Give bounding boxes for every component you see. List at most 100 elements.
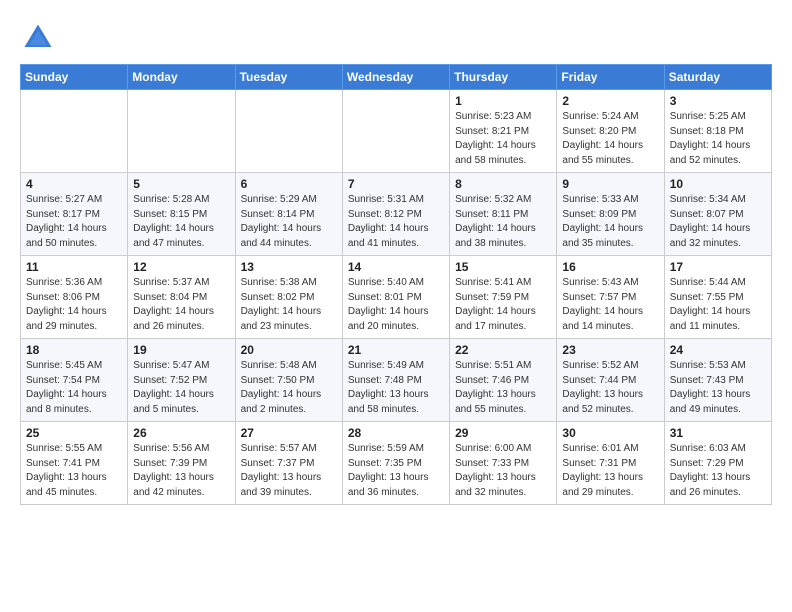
day-number: 11: [26, 260, 122, 274]
calendar-cell: 4 Sunrise: 5:27 AM Sunset: 8:17 PM Daylig…: [21, 173, 128, 256]
day-of-week-saturday: Saturday: [664, 65, 771, 90]
calendar-cell: 29 Sunrise: 6:00 AM Sunset: 7:33 PM Dayli…: [450, 422, 557, 505]
calendar-cell: 3 Sunrise: 5:25 AM Sunset: 8:18 PM Daylig…: [664, 90, 771, 173]
day-info: Sunrise: 5:34 AM Sunset: 8:07 PM Dayligh…: [670, 194, 751, 249]
day-info: Sunrise: 5:36 AM Sunset: 8:06 PM Dayligh…: [26, 277, 107, 332]
calendar: SundayMondayTuesdayWednesdayThursdayFrid…: [20, 64, 772, 505]
week-row-2: 4 Sunrise: 5:27 AM Sunset: 8:17 PM Daylig…: [21, 173, 772, 256]
day-number: 4: [26, 177, 122, 191]
calendar-cell: 21 Sunrise: 5:49 AM Sunset: 7:48 PM Dayli…: [342, 339, 449, 422]
day-number: 15: [455, 260, 551, 274]
day-info: Sunrise: 5:25 AM Sunset: 8:18 PM Dayligh…: [670, 111, 751, 166]
day-info: Sunrise: 5:59 AM Sunset: 7:35 PM Dayligh…: [348, 443, 429, 498]
calendar-cell: 22Sunrise: 5:51 AM Sunset: 7:46 PM Dayli…: [450, 339, 557, 422]
day-info: Sunrise: 5:52 AM Sunset: 7:44 PM Dayligh…: [562, 360, 643, 415]
calendar-cell: [21, 90, 128, 173]
day-number: 25: [26, 426, 122, 440]
day-info: Sunrise: 5:33 AM Sunset: 8:09 PM Dayligh…: [562, 194, 643, 249]
day-number: 22: [455, 343, 551, 357]
day-info: Sunrise: 5:57 AM Sunset: 7:37 PM Dayligh…: [241, 443, 322, 498]
calendar-cell: 26 Sunrise: 5:56 AM Sunset: 7:39 PM Dayli…: [128, 422, 235, 505]
calendar-body: 1 Sunrise: 5:23 AM Sunset: 8:21 PM Daylig…: [21, 90, 772, 505]
day-info: Sunrise: 5:31 AM Sunset: 8:12 PM Dayligh…: [348, 194, 429, 249]
day-info: Sunrise: 5:40 AM Sunset: 8:01 PM Dayligh…: [348, 277, 429, 332]
day-number: 30: [562, 426, 658, 440]
day-number: 2: [562, 94, 658, 108]
week-row-1: 1 Sunrise: 5:23 AM Sunset: 8:21 PM Daylig…: [21, 90, 772, 173]
day-info: Sunrise: 5:37 AM Sunset: 8:04 PM Dayligh…: [133, 277, 214, 332]
day-number: 24: [670, 343, 766, 357]
day-info: Sunrise: 6:03 AM Sunset: 7:29 PM Dayligh…: [670, 443, 751, 498]
day-info: Sunrise: 5:38 AM Sunset: 8:02 PM Dayligh…: [241, 277, 322, 332]
day-info: Sunrise: 5:41 AM Sunset: 7:59 PM Dayligh…: [455, 277, 536, 332]
day-number: 13: [241, 260, 337, 274]
days-of-week-row: SundayMondayTuesdayWednesdayThursdayFrid…: [21, 65, 772, 90]
day-number: 23: [562, 343, 658, 357]
day-number: 5: [133, 177, 229, 191]
day-of-week-friday: Friday: [557, 65, 664, 90]
calendar-cell: 5 Sunrise: 5:28 AM Sunset: 8:15 PM Daylig…: [128, 173, 235, 256]
calendar-cell: 14 Sunrise: 5:40 AM Sunset: 8:01 PM Dayli…: [342, 256, 449, 339]
day-number: 26: [133, 426, 229, 440]
week-row-3: 11 Sunrise: 5:36 AM Sunset: 8:06 PM Dayli…: [21, 256, 772, 339]
calendar-cell: 9Sunrise: 5:33 AM Sunset: 8:09 PM Daylig…: [557, 173, 664, 256]
calendar-cell: 27 Sunrise: 5:57 AM Sunset: 7:37 PM Dayli…: [235, 422, 342, 505]
day-number: 28: [348, 426, 444, 440]
calendar-cell: 12 Sunrise: 5:37 AM Sunset: 8:04 PM Dayli…: [128, 256, 235, 339]
calendar-cell: 28 Sunrise: 5:59 AM Sunset: 7:35 PM Dayli…: [342, 422, 449, 505]
calendar-cell: 13 Sunrise: 5:38 AM Sunset: 8:02 PM Dayli…: [235, 256, 342, 339]
page: SundayMondayTuesdayWednesdayThursdayFrid…: [0, 0, 792, 515]
calendar-cell: 19Sunrise: 5:47 AM Sunset: 7:52 PM Dayli…: [128, 339, 235, 422]
day-info: Sunrise: 5:49 AM Sunset: 7:48 PM Dayligh…: [348, 360, 429, 415]
day-info: Sunrise: 5:43 AM Sunset: 7:57 PM Dayligh…: [562, 277, 643, 332]
day-info: Sunrise: 5:23 AM Sunset: 8:21 PM Dayligh…: [455, 111, 536, 166]
day-number: 29: [455, 426, 551, 440]
day-number: 1: [455, 94, 551, 108]
calendar-cell: 25Sunrise: 5:55 AM Sunset: 7:41 PM Dayli…: [21, 422, 128, 505]
day-number: 10: [670, 177, 766, 191]
day-of-week-monday: Monday: [128, 65, 235, 90]
day-of-week-thursday: Thursday: [450, 65, 557, 90]
calendar-cell: 7Sunrise: 5:31 AM Sunset: 8:12 PM Daylig…: [342, 173, 449, 256]
calendar-cell: [342, 90, 449, 173]
day-number: 20: [241, 343, 337, 357]
day-number: 12: [133, 260, 229, 274]
calendar-cell: 8 Sunrise: 5:32 AM Sunset: 8:11 PM Daylig…: [450, 173, 557, 256]
day-of-week-wednesday: Wednesday: [342, 65, 449, 90]
day-info: Sunrise: 5:53 AM Sunset: 7:43 PM Dayligh…: [670, 360, 751, 415]
day-info: Sunrise: 6:01 AM Sunset: 7:31 PM Dayligh…: [562, 443, 643, 498]
day-number: 3: [670, 94, 766, 108]
day-number: 14: [348, 260, 444, 274]
day-number: 18: [26, 343, 122, 357]
day-number: 8: [455, 177, 551, 191]
calendar-cell: 11 Sunrise: 5:36 AM Sunset: 8:06 PM Dayli…: [21, 256, 128, 339]
logo-icon: [20, 20, 56, 56]
day-info: Sunrise: 6:00 AM Sunset: 7:33 PM Dayligh…: [455, 443, 536, 498]
calendar-cell: [128, 90, 235, 173]
calendar-cell: 20Sunrise: 5:48 AM Sunset: 7:50 PM Dayli…: [235, 339, 342, 422]
calendar-cell: [235, 90, 342, 173]
day-info: Sunrise: 5:24 AM Sunset: 8:20 PM Dayligh…: [562, 111, 643, 166]
day-number: 27: [241, 426, 337, 440]
day-info: Sunrise: 5:32 AM Sunset: 8:11 PM Dayligh…: [455, 194, 536, 249]
logo: [20, 20, 62, 56]
day-number: 17: [670, 260, 766, 274]
calendar-cell: 30 Sunrise: 6:01 AM Sunset: 7:31 PM Dayli…: [557, 422, 664, 505]
day-of-week-sunday: Sunday: [21, 65, 128, 90]
header: [20, 20, 772, 56]
day-number: 21: [348, 343, 444, 357]
day-of-week-tuesday: Tuesday: [235, 65, 342, 90]
calendar-header: SundayMondayTuesdayWednesdayThursdayFrid…: [21, 65, 772, 90]
day-info: Sunrise: 5:56 AM Sunset: 7:39 PM Dayligh…: [133, 443, 214, 498]
day-info: Sunrise: 5:44 AM Sunset: 7:55 PM Dayligh…: [670, 277, 751, 332]
day-info: Sunrise: 5:27 AM Sunset: 8:17 PM Dayligh…: [26, 194, 107, 249]
day-info: Sunrise: 5:28 AM Sunset: 8:15 PM Dayligh…: [133, 194, 214, 249]
calendar-cell: 24 Sunrise: 5:53 AM Sunset: 7:43 PM Dayli…: [664, 339, 771, 422]
week-row-5: 25Sunrise: 5:55 AM Sunset: 7:41 PM Dayli…: [21, 422, 772, 505]
day-info: Sunrise: 5:29 AM Sunset: 8:14 PM Dayligh…: [241, 194, 322, 249]
calendar-cell: 15 Sunrise: 5:41 AM Sunset: 7:59 PM Dayli…: [450, 256, 557, 339]
calendar-cell: 18Sunrise: 5:45 AM Sunset: 7:54 PM Dayli…: [21, 339, 128, 422]
calendar-cell: 31Sunrise: 6:03 AM Sunset: 7:29 PM Dayli…: [664, 422, 771, 505]
calendar-cell: 1 Sunrise: 5:23 AM Sunset: 8:21 PM Daylig…: [450, 90, 557, 173]
calendar-cell: 2 Sunrise: 5:24 AM Sunset: 8:20 PM Daylig…: [557, 90, 664, 173]
